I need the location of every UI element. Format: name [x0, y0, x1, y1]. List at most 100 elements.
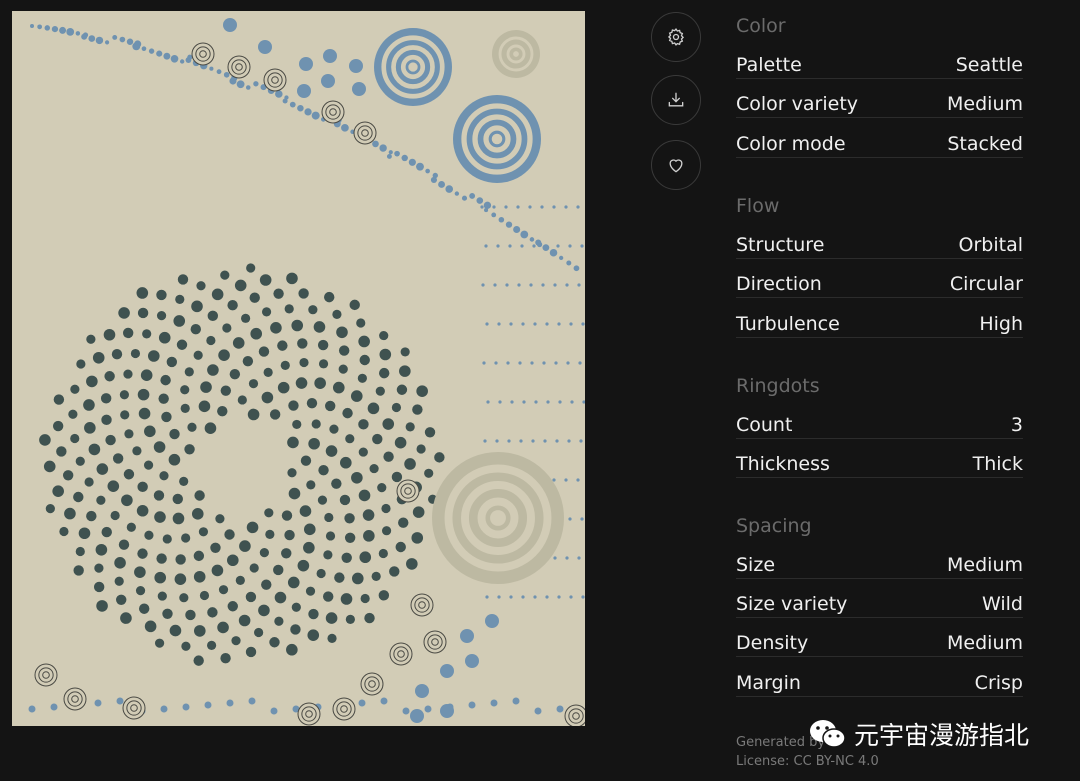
spiral-dot: [332, 309, 342, 319]
field-dot: [577, 283, 581, 287]
spiral-dot: [156, 289, 167, 301]
bottom-dot: [248, 697, 256, 705]
spiral-dot: [369, 463, 379, 474]
flow-dot: [425, 168, 430, 174]
spiral-dot: [284, 529, 295, 541]
spiral-dot: [162, 608, 173, 619]
spiral-dot: [53, 394, 65, 405]
flow-dot: [379, 144, 387, 152]
row-label: Color variety: [736, 92, 859, 115]
spiral-dot: [204, 422, 217, 434]
row-value: High: [979, 312, 1023, 335]
spiral-dot: [332, 381, 345, 394]
small-ringdot: [332, 697, 356, 721]
spiral-dot: [179, 593, 189, 603]
spiral-dot: [269, 637, 280, 648]
field-dot: [508, 244, 512, 248]
spiral-dot: [248, 379, 259, 389]
flow-dot: [438, 181, 446, 188]
spiral-dot: [179, 476, 189, 486]
spiral-dot: [193, 625, 206, 637]
bottom-dot: [160, 705, 168, 713]
spiral-dot: [270, 322, 282, 334]
field-dot: [494, 361, 498, 365]
spiral-dot: [120, 612, 132, 624]
flow-dot: [520, 230, 529, 239]
spiral-dot: [147, 350, 160, 362]
field-dot: [530, 361, 534, 365]
spiral-dot: [412, 404, 423, 415]
field-dot: [522, 400, 526, 404]
spiral-dot: [39, 434, 51, 446]
field-dot: [578, 361, 582, 365]
row-palette[interactable]: Palette Seattle: [736, 53, 1023, 79]
field-dot: [517, 283, 521, 287]
row-size-variety[interactable]: Size variety Wild: [736, 592, 1023, 618]
small-ringdot: [297, 702, 321, 726]
spiral-dot: [314, 377, 326, 389]
row-size[interactable]: Size Medium: [736, 553, 1023, 579]
favorite-button[interactable]: [651, 140, 701, 190]
spiral-dot: [193, 550, 205, 562]
row-turbulence[interactable]: Turbulence High: [736, 312, 1023, 338]
field-dot: [564, 205, 568, 209]
settings-button[interactable]: [651, 12, 701, 62]
field-dot: [509, 595, 513, 599]
bottom-dot: [534, 707, 542, 715]
spiral-dot: [161, 411, 172, 423]
spiral-dot: [364, 612, 375, 624]
row-thickness[interactable]: Thickness Thick: [736, 452, 1023, 478]
spiral-dot: [398, 517, 409, 528]
flow-dot: [30, 24, 34, 28]
flow-dot: [132, 42, 141, 51]
row-margin[interactable]: Margin Crisp: [736, 671, 1023, 697]
spiral-dot: [224, 529, 235, 540]
spiral-dot: [349, 299, 360, 311]
blue-dot: [258, 40, 272, 54]
spiral-dot: [261, 579, 272, 590]
spiral-dot: [241, 313, 251, 323]
spiral-dot: [359, 551, 372, 564]
flow-dot: [372, 140, 379, 148]
blue-dot: [297, 84, 311, 98]
spiral-dot: [329, 424, 339, 434]
flow-dot: [469, 192, 476, 199]
spiral-dot: [290, 624, 301, 635]
spiral-dot: [105, 434, 116, 446]
spiral-dot: [75, 546, 85, 557]
blue-dot: [323, 49, 337, 63]
spiral-dot: [350, 390, 363, 402]
row-color-mode[interactable]: Color mode Stacked: [736, 132, 1023, 158]
spiral-dot: [111, 349, 123, 360]
spiral-dot: [158, 331, 171, 344]
row-structure[interactable]: Structure Orbital: [736, 233, 1023, 259]
spiral-dot: [180, 403, 190, 413]
spiral-dot: [227, 300, 238, 311]
row-label: Palette: [736, 53, 802, 76]
spiral-dot: [295, 377, 308, 389]
blue-dot: [223, 18, 237, 32]
spiral-dot: [94, 563, 104, 573]
row-color-variety[interactable]: Color variety Medium: [736, 92, 1023, 118]
small-ringdot: [34, 663, 58, 687]
small-ringdot: [122, 696, 146, 720]
spiral-dot: [358, 447, 368, 457]
spiral-dot: [83, 399, 95, 411]
field-dot: [581, 322, 585, 326]
spiral-dot: [405, 422, 415, 432]
flow-dot: [388, 150, 393, 155]
spiral-dot: [84, 422, 96, 434]
field-dot: [505, 283, 509, 287]
spiral-dot: [277, 381, 290, 394]
row-count[interactable]: Count 3: [736, 413, 1023, 439]
flow-dot: [75, 31, 81, 36]
spiral-dot: [291, 602, 301, 612]
spiral-dot: [344, 532, 356, 543]
row-direction[interactable]: Direction Circular: [736, 272, 1023, 298]
spiral-dot: [156, 553, 167, 564]
field-dot: [558, 400, 562, 404]
spiral-dot: [394, 436, 407, 449]
small-ringdot: [263, 68, 287, 92]
download-button[interactable]: [651, 75, 701, 125]
row-density[interactable]: Density Medium: [736, 631, 1023, 657]
